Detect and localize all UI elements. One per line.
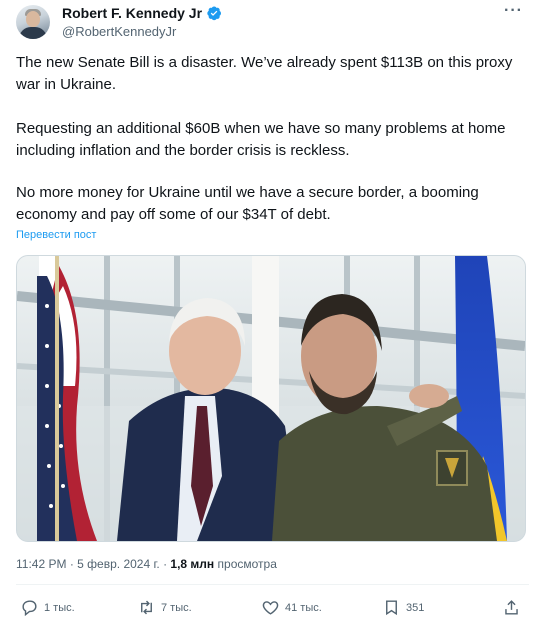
share-icon <box>505 600 518 615</box>
tweet-paragraph-2: Requesting an additional $60B when we ha… <box>16 120 506 159</box>
bookmark-count: 351 <box>406 601 425 614</box>
tweet-time[interactable]: 11:42 PM <box>16 557 66 571</box>
author-row: Robert F. Kennedy Jr <box>62 5 222 21</box>
divider <box>16 584 529 585</box>
like-icon <box>262 601 279 615</box>
translate-link[interactable]: Перевести пост <box>16 229 96 241</box>
tweet-date[interactable]: 5 февр. 2024 г. <box>77 557 160 571</box>
avatar[interactable] <box>16 5 50 39</box>
like-button[interactable]: 41 тыс. <box>261 598 322 617</box>
bookmark-button[interactable]: 351 <box>382 598 424 617</box>
tweet-paragraph-3: No more money for Ukraine until we have … <box>16 184 479 223</box>
share-button[interactable] <box>502 598 521 617</box>
tweet-meta: 11:42 PM · 5 февр. 2024 г. · 1,8 млн про… <box>16 557 277 571</box>
more-icon[interactable]: ··· <box>504 2 523 20</box>
tweet-paragraph-1: The new Senate Bill is a disaster. We’ve… <box>16 54 513 93</box>
views-count: 1,8 млн <box>170 557 215 571</box>
reply-count: 1 тыс. <box>44 601 75 614</box>
like-count: 41 тыс. <box>285 601 322 614</box>
photo-illustration <box>17 256 525 541</box>
reply-button[interactable]: 1 тыс. <box>20 598 75 617</box>
tweet: Robert F. Kennedy Jr @RobertKennedyJr ··… <box>0 0 545 629</box>
views-label: просмотра <box>217 557 277 571</box>
meta-separator: · <box>69 557 74 571</box>
retweet-icon <box>141 600 152 615</box>
verified-icon <box>207 6 222 21</box>
meta-separator-2: · <box>163 557 168 571</box>
retweet-button[interactable]: 7 тыс. <box>137 598 192 617</box>
reply-icon <box>22 600 37 617</box>
author-handle[interactable]: @RobertKennedyJr <box>62 24 176 39</box>
bookmark-icon <box>386 600 397 616</box>
retweet-count: 7 тыс. <box>161 601 192 614</box>
author-name[interactable]: Robert F. Kennedy Jr <box>62 5 202 21</box>
tweet-photo[interactable] <box>16 255 526 542</box>
